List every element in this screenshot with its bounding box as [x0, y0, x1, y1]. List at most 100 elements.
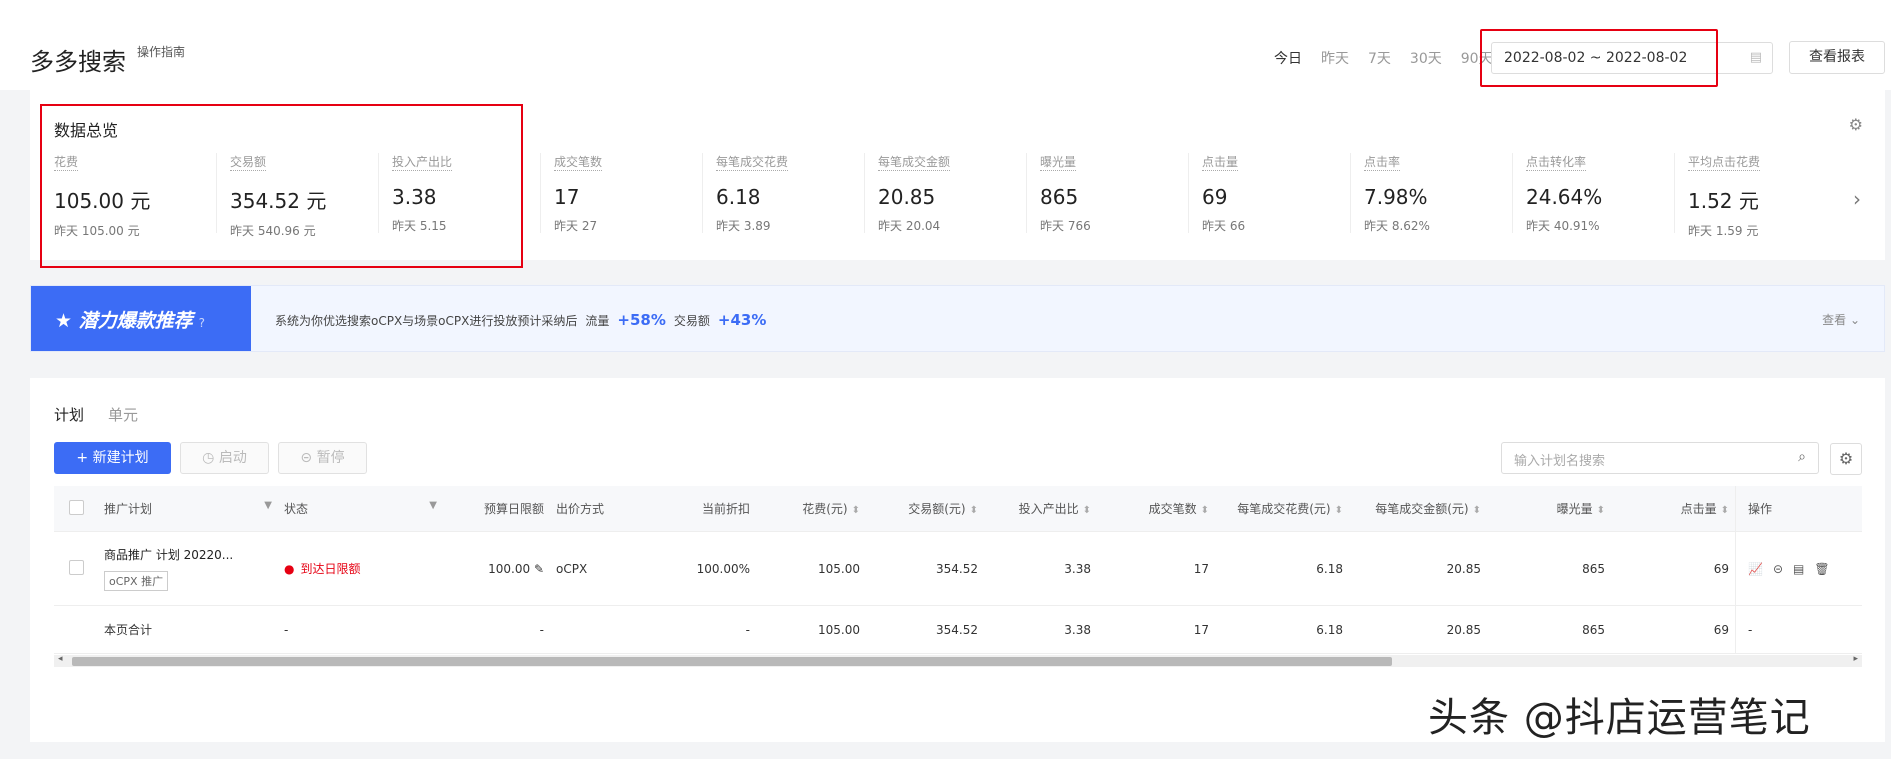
- plan-toolbar: + 新建计划 ◷ 启动 ⊝ 暂停: [54, 442, 367, 474]
- metric-value: 865: [1040, 185, 1079, 209]
- pause-icon[interactable]: ⊝: [1773, 562, 1783, 576]
- quick-date-today[interactable]: 今日: [1274, 48, 1302, 68]
- sort-icon[interactable]: ⬍: [1597, 505, 1605, 516]
- metric-value: 24.64%: [1526, 185, 1603, 209]
- metric-yesterday: 昨天 766: [1040, 219, 1091, 233]
- cpo-value: 6.18: [1316, 561, 1343, 576]
- sort-icon[interactable]: ⬍: [1473, 505, 1481, 516]
- metric-value: 20.85: [878, 185, 936, 209]
- col-clicks[interactable]: 点击量 ⬍: [1611, 500, 1735, 517]
- chevron-right-icon[interactable]: ›: [1853, 187, 1861, 211]
- metric-impressions: 曝光量 865 昨天 766: [1026, 153, 1188, 233]
- metric-yesterday: 昨天 3.89: [716, 219, 771, 233]
- plan-search-input[interactable]: 输入计划名搜索 ⌕: [1501, 442, 1819, 474]
- table-settings-icon[interactable]: ⚙: [1830, 443, 1862, 475]
- select-all-checkbox[interactable]: [54, 499, 98, 518]
- metric-cvr: 点击转化率 24.64% 昨天 40.91%: [1512, 153, 1674, 233]
- banner-view-link[interactable]: 查看 ⌄: [1822, 311, 1860, 328]
- metric-orders: 成交笔数 17 昨天 27: [540, 153, 702, 233]
- row-actions: 📈 ⊝ ▤ 🗑: [1735, 532, 1845, 605]
- plans-table: 推广计划 ▼ 状态 ▼ 预算日限额 出价方式 当前折扣 花费(元) ⬍ 交易额(元) ⬍…: [54, 486, 1862, 654]
- metric-label: 曝光量: [1040, 155, 1077, 171]
- col-discount: 当前折扣: [701, 502, 750, 516]
- edit-icon[interactable]: ✎: [534, 562, 544, 576]
- scrollbar-thumb[interactable]: [72, 657, 1392, 666]
- metric-clicks: 点击量 69 昨天 66: [1188, 153, 1350, 233]
- total-clicks: 69: [1713, 622, 1729, 637]
- guide-link[interactable]: 操作指南: [137, 43, 185, 60]
- start-button[interactable]: ◷ 启动: [180, 442, 269, 474]
- sort-icon[interactable]: ⬍: [1721, 505, 1729, 516]
- col-impressions[interactable]: 曝光量 ⬍: [1487, 500, 1611, 517]
- discount-value: 100.00%: [696, 561, 750, 576]
- pause-button[interactable]: ⊝ 暂停: [278, 442, 367, 474]
- chart-icon[interactable]: 📈: [1748, 562, 1763, 576]
- scroll-right-icon[interactable]: ▸: [1853, 654, 1858, 664]
- metric-yesterday: 昨天 27: [554, 219, 598, 233]
- gmv-value: 354.52: [936, 561, 978, 576]
- metric-label: 点击转化率: [1526, 155, 1587, 171]
- metric-label: 平均点击花费: [1688, 155, 1761, 171]
- row-checkbox[interactable]: [54, 559, 98, 578]
- sort-icon[interactable]: ⬍: [852, 505, 860, 516]
- table-row: 商品推广 计划 20220... oCPX 推广 ● 到达日限额 100.00 ✎…: [54, 532, 1862, 606]
- search-icon[interactable]: ⌕: [1798, 449, 1806, 465]
- view-report-button[interactable]: 查看报表: [1789, 41, 1885, 74]
- gmv-label: 交易额: [673, 313, 710, 328]
- table-header: 推广计划 ▼ 状态 ▼ 预算日限额 出价方式 当前折扣 花费(元) ⬍ 交易额(元) ⬍…: [54, 486, 1862, 532]
- col-aov[interactable]: 每笔成交金额(元) ⬍: [1349, 500, 1487, 517]
- col-aov-label: 每笔成交金额(元): [1375, 502, 1469, 516]
- col-impressions-label: 曝光量: [1556, 502, 1593, 516]
- tab-plans[interactable]: 计划: [54, 404, 84, 425]
- traffic-label: 流量: [585, 313, 610, 328]
- metric-value: 7.98%: [1364, 185, 1428, 209]
- metric-yesterday: 昨天 40.91%: [1526, 219, 1600, 233]
- plan-name[interactable]: 商品推广 计划 20220...: [104, 546, 272, 563]
- roi-value: 3.38: [1064, 561, 1091, 576]
- col-roi[interactable]: 投入产出比 ⬍: [984, 500, 1097, 517]
- sort-icon[interactable]: ⬍: [1201, 505, 1209, 516]
- gmv-pct: +43%: [717, 311, 767, 329]
- sort-icon[interactable]: ⬍: [1083, 505, 1091, 516]
- delete-icon[interactable]: 🗑: [1814, 562, 1829, 576]
- highlight-box-date: [1480, 29, 1718, 87]
- tab-units[interactable]: 单元: [108, 404, 138, 425]
- plan-tag: oCPX 推广: [104, 571, 169, 591]
- sort-icon[interactable]: ⬍: [1335, 505, 1343, 516]
- scroll-left-icon[interactable]: ◂: [58, 654, 63, 664]
- metric-yesterday: 昨天 1.59 元: [1688, 224, 1759, 238]
- filter-icon[interactable]: ▼: [429, 500, 437, 511]
- total-cpo: 6.18: [1316, 622, 1343, 637]
- col-status: 状态: [284, 502, 309, 516]
- metric-value: 6.18: [716, 185, 761, 209]
- col-plan: 推广计划: [104, 502, 153, 516]
- question-icon[interactable]: ?: [199, 316, 205, 330]
- total-roi: 3.38: [1064, 622, 1091, 637]
- quick-date-30d[interactable]: 30天: [1410, 48, 1442, 68]
- col-spend[interactable]: 花费(元) ⬍: [756, 500, 866, 517]
- col-clicks-label: 点击量: [1680, 502, 1717, 516]
- report-icon[interactable]: ▤: [1793, 562, 1804, 576]
- sort-icon[interactable]: ⬍: [970, 505, 978, 516]
- quick-date-7d[interactable]: 7天: [1368, 48, 1391, 68]
- search-placeholder: 输入计划名搜索: [1514, 454, 1606, 469]
- filter-icon[interactable]: ▼: [264, 500, 272, 511]
- col-gmv[interactable]: 交易额(元) ⬍: [866, 500, 984, 517]
- total-discount: -: [745, 622, 750, 637]
- orders-value: 17: [1193, 561, 1209, 576]
- status-dot-icon: ●: [284, 562, 295, 576]
- gear-icon[interactable]: ⚙: [1849, 115, 1863, 134]
- total-impressions: 865: [1582, 622, 1605, 637]
- col-cpo[interactable]: 每笔成交花费(元) ⬍: [1215, 500, 1349, 517]
- total-label: 本页合计: [104, 623, 153, 637]
- quick-date-filters: 今日 昨天 7天 30天 90天: [1274, 48, 1493, 68]
- metric-ctr: 点击率 7.98% 昨天 8.62%: [1350, 153, 1512, 233]
- horizontal-scrollbar[interactable]: ◂ ▸: [54, 654, 1862, 667]
- col-orders[interactable]: 成交笔数 ⬍: [1097, 500, 1215, 517]
- metric-label: 每笔成交花费: [716, 155, 789, 171]
- col-spend-label: 花费(元): [802, 502, 848, 516]
- quick-date-yesterday[interactable]: 昨天: [1321, 48, 1349, 68]
- spend-value: 105.00: [818, 561, 860, 576]
- new-plan-button[interactable]: + 新建计划: [54, 442, 171, 474]
- metric-label: 点击量: [1202, 155, 1239, 171]
